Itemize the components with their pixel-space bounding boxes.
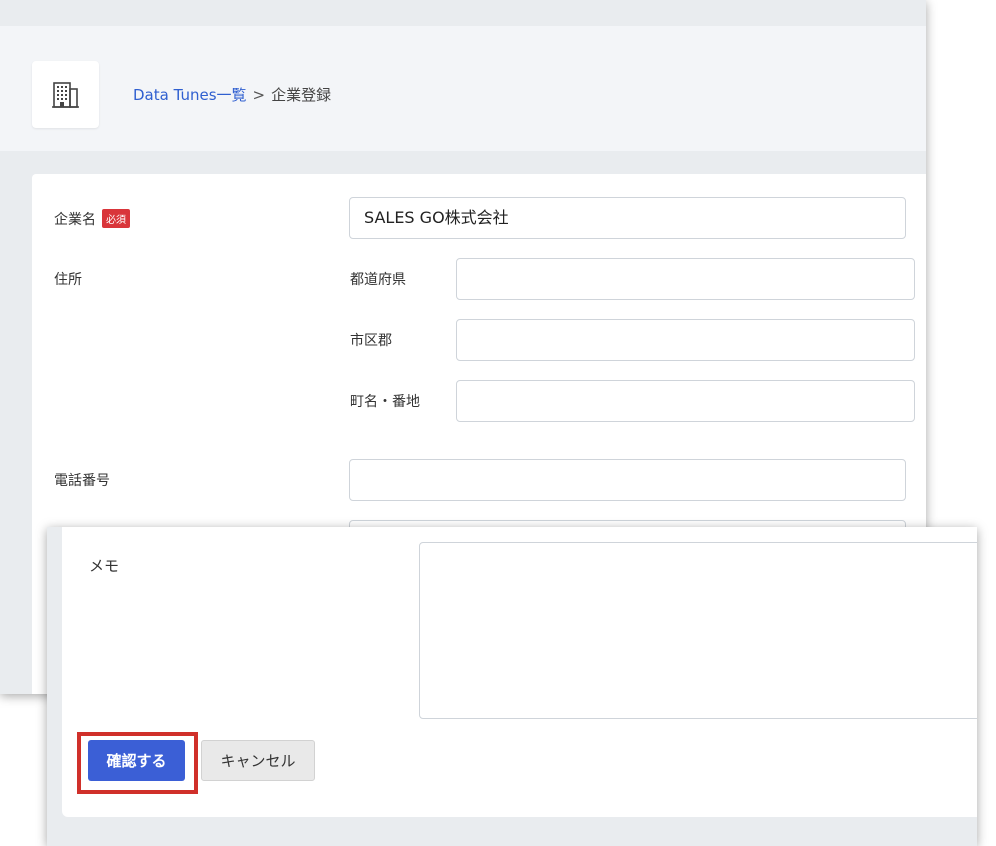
required-badge: 必須 bbox=[102, 209, 130, 228]
memo-label: メモ bbox=[89, 557, 120, 575]
town-input[interactable] bbox=[456, 380, 915, 422]
breadcrumb-list-link[interactable]: Data Tunes一覧 bbox=[133, 86, 247, 104]
app-logo[interactable] bbox=[32, 61, 99, 128]
breadcrumb-current: 企業登録 bbox=[271, 86, 332, 104]
confirm-button[interactable]: 確認する bbox=[88, 740, 185, 781]
memo-textarea[interactable] bbox=[419, 542, 977, 719]
memo-card: メモ 確認する キャンセル bbox=[62, 527, 977, 817]
address-label: 住所 bbox=[54, 272, 82, 288]
phone-input[interactable] bbox=[349, 459, 906, 501]
city-input[interactable] bbox=[456, 319, 915, 361]
cancel-button[interactable]: キャンセル bbox=[201, 740, 315, 781]
breadcrumb: Data Tunes一覧 > 企業登録 bbox=[133, 84, 331, 105]
prefecture-input[interactable] bbox=[456, 258, 915, 300]
company-name-label-group: 企業名 必須 bbox=[54, 209, 130, 229]
company-name-input[interactable]: SALES GO株式会社 bbox=[349, 197, 906, 239]
page-header: Data Tunes一覧 > 企業登録 bbox=[0, 26, 926, 151]
city-label: 市区郡 bbox=[350, 333, 392, 349]
prefecture-label: 都道府県 bbox=[350, 272, 406, 288]
town-label: 町名・番地 bbox=[350, 394, 420, 410]
breadcrumb-separator: > bbox=[252, 86, 266, 104]
memo-window: メモ 確認する キャンセル bbox=[47, 527, 977, 846]
phone-label: 電話番号 bbox=[54, 473, 110, 489]
company-name-label: 企業名 bbox=[54, 212, 96, 228]
window-top-strip bbox=[0, 0, 926, 26]
